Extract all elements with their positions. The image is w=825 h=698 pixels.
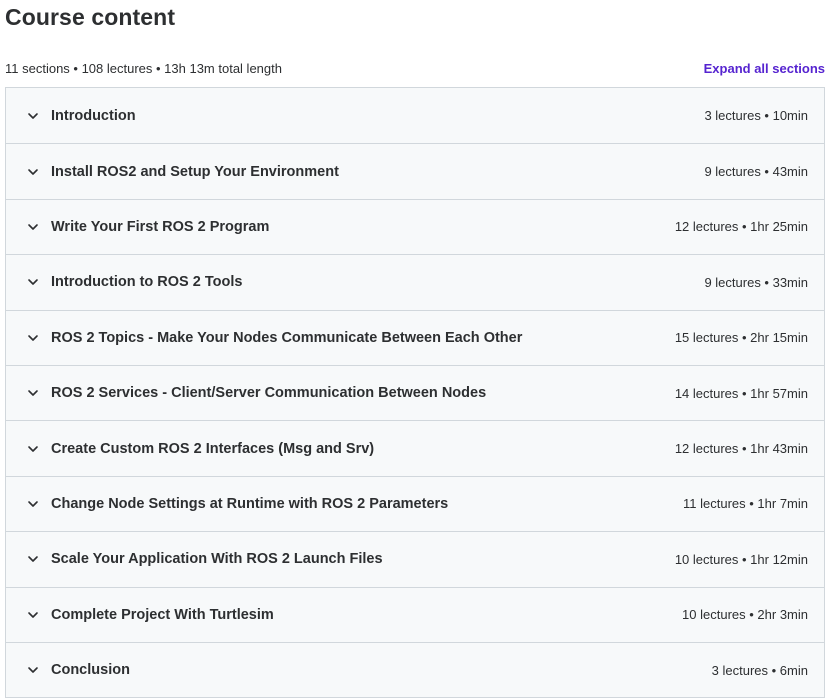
chevron-down-icon <box>26 552 40 566</box>
summary-row: 11 sections • 108 lectures • 13h 13m tot… <box>5 59 825 77</box>
section-row[interactable]: Install ROS2 and Setup Your Environment … <box>6 143 824 199</box>
section-meta: 9 lectures • 33min <box>704 274 808 290</box>
section-row[interactable]: ROS 2 Topics - Make Your Nodes Communica… <box>6 309 824 365</box>
section-title: Change Node Settings at Runtime with ROS… <box>51 495 449 512</box>
chevron-down-icon <box>26 663 40 677</box>
expand-all-sections-button[interactable]: Expand all sections <box>704 61 825 76</box>
section-title: ROS 2 Topics - Make Your Nodes Communica… <box>51 329 523 346</box>
section-meta: 3 lectures • 6min <box>711 662 808 678</box>
section-meta: 12 lectures • 1hr 43min <box>674 441 808 457</box>
section-meta: 12 lectures • 1hr 25min <box>674 219 808 235</box>
section-title: Conclusion <box>51 662 130 679</box>
course-summary: 11 sections • 108 lectures • 13h 13m tot… <box>5 60 282 76</box>
chevron-down-icon <box>26 220 40 234</box>
section-row[interactable]: Introduction to ROS 2 Tools 9 lectures •… <box>6 254 824 310</box>
section-meta: 15 lectures • 2hr 15min <box>674 330 808 346</box>
section-meta: 10 lectures • 2hr 3min <box>682 607 808 623</box>
chevron-down-icon <box>26 331 40 345</box>
section-meta: 10 lectures • 1hr 12min <box>674 551 808 567</box>
course-content-panel: Course content 11 sections • 108 lecture… <box>0 0 825 698</box>
section-title: Introduction to ROS 2 Tools <box>51 274 243 291</box>
section-row[interactable]: Write Your First ROS 2 Program 12 lectur… <box>6 198 824 255</box>
chevron-down-icon <box>26 608 40 622</box>
chevron-down-icon <box>26 109 40 123</box>
section-title: Scale Your Application With ROS 2 Launch… <box>51 551 383 568</box>
section-row[interactable]: Introduction 3 lectures • 10min <box>6 88 824 144</box>
section-meta: 3 lectures • 10min <box>704 108 808 124</box>
section-title: Create Custom ROS 2 Interfaces (Msg and … <box>51 440 375 457</box>
chevron-down-icon <box>26 165 40 179</box>
chevron-down-icon <box>26 442 40 456</box>
section-row[interactable]: Complete Project With Turtlesim 10 lectu… <box>6 586 824 642</box>
section-row[interactable]: Scale Your Application With ROS 2 Launch… <box>6 531 824 587</box>
sections-list: Introduction 3 lectures • 10min Install … <box>5 87 825 698</box>
section-title: Install ROS2 and Setup Your Environment <box>51 163 339 180</box>
page-title: Course content <box>5 4 176 30</box>
chevron-down-icon <box>26 497 40 511</box>
section-title: Introduction <box>51 107 136 124</box>
section-meta: 14 lectures • 1hr 57min <box>674 385 808 401</box>
section-row[interactable]: Change Node Settings at Runtime with ROS… <box>6 475 824 532</box>
section-title: ROS 2 Services - Client/Server Communica… <box>51 385 487 402</box>
section-row[interactable]: Create Custom ROS 2 Interfaces (Msg and … <box>6 420 824 476</box>
chevron-down-icon <box>26 386 40 400</box>
section-title: Write Your First ROS 2 Program <box>51 218 270 235</box>
section-meta: 11 lectures • 1hr 7min <box>683 496 808 512</box>
section-title: Complete Project With Turtlesim <box>51 606 274 623</box>
section-row[interactable]: Conclusion 3 lectures • 6min <box>6 641 824 698</box>
section-row[interactable]: ROS 2 Services - Client/Server Communica… <box>6 364 824 421</box>
section-meta: 9 lectures • 43min <box>704 164 808 180</box>
chevron-down-icon <box>26 275 40 289</box>
